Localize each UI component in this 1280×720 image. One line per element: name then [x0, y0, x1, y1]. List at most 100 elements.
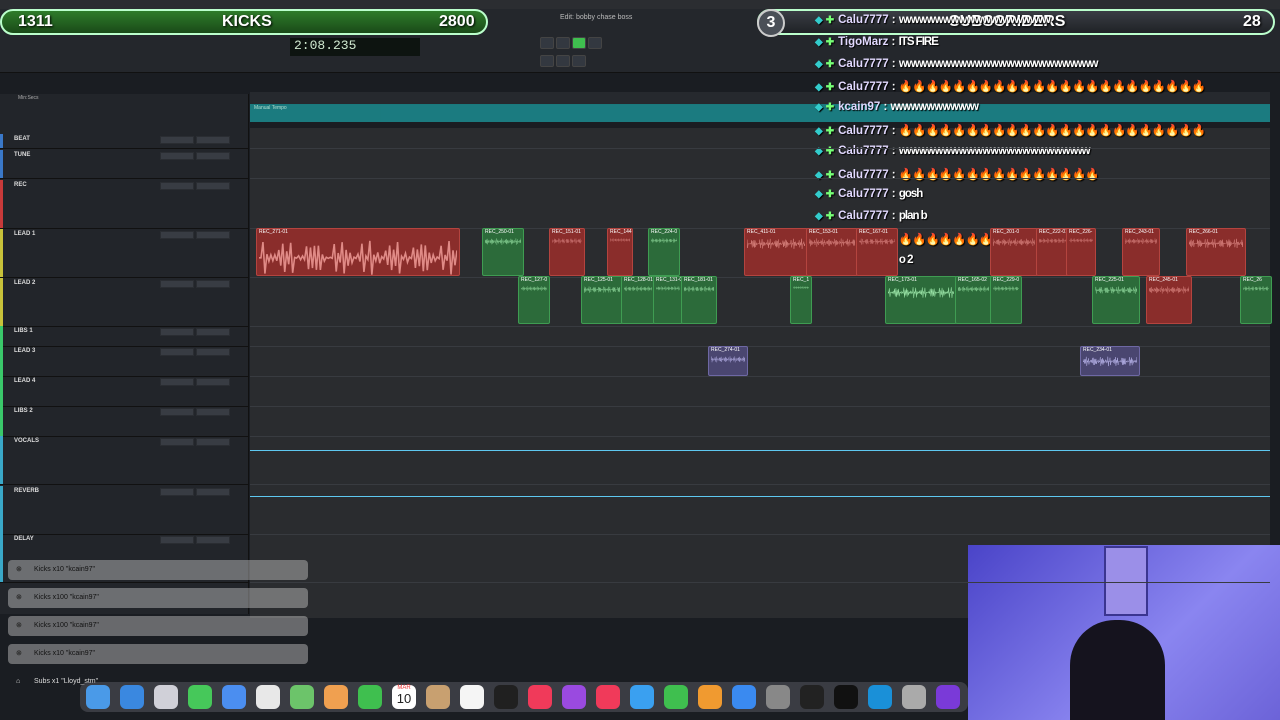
- track-name[interactable]: LEAD 3: [14, 348, 35, 354]
- insert-slot[interactable]: [160, 536, 194, 544]
- audio-clip[interactable]: REC_131-01: [653, 276, 683, 324]
- track-header[interactable]: BEAT: [0, 134, 248, 149]
- tv-icon[interactable]: [494, 685, 518, 709]
- numbers-icon[interactable]: [664, 685, 688, 709]
- audio-clip[interactable]: REC_128-01: [621, 276, 655, 324]
- insert-slot[interactable]: [160, 136, 194, 144]
- audio-clip[interactable]: REC_125-01: [581, 276, 623, 324]
- facetime-icon[interactable]: [358, 685, 382, 709]
- keynote-icon[interactable]: [630, 685, 654, 709]
- audio-clip[interactable]: REC_181-01: [681, 276, 717, 324]
- audio-clip[interactable]: REC_274-01: [708, 346, 748, 376]
- reminders-icon[interactable]: [460, 685, 484, 709]
- audio-clip[interactable]: REC_1: [790, 276, 812, 324]
- track-header[interactable]: LEAD 3: [0, 346, 248, 377]
- audio-clip[interactable]: REC_201-0: [990, 228, 1038, 276]
- maps-icon[interactable]: [290, 685, 314, 709]
- calendar-icon[interactable]: MAR 10: [392, 685, 416, 709]
- insert-slot[interactable]: [160, 280, 194, 288]
- audio-clip[interactable]: REC_127-0: [518, 276, 550, 324]
- files-icon[interactable]: [256, 685, 280, 709]
- pro-tools-icon[interactable]: [936, 685, 960, 709]
- track-name[interactable]: DELAY: [14, 536, 34, 542]
- audio-clip[interactable]: REC_222-01: [1036, 228, 1070, 276]
- audio-clip[interactable]: REC_243-01: [1122, 228, 1160, 276]
- audio-clip[interactable]: REC_224-0: [648, 228, 680, 276]
- audio-clip[interactable]: REC_229-0: [990, 276, 1022, 324]
- pages-icon[interactable]: [698, 685, 722, 709]
- track-header[interactable]: TUNE: [0, 150, 248, 179]
- insert-slot[interactable]: [160, 348, 194, 356]
- track-name[interactable]: REC: [14, 182, 27, 188]
- insert-slot[interactable]: [160, 488, 194, 496]
- track-name[interactable]: LIBS 1: [14, 328, 33, 334]
- send-slot[interactable]: [196, 438, 230, 446]
- send-slot[interactable]: [196, 136, 230, 144]
- audio-clip[interactable]: REC_411-01: [744, 228, 808, 276]
- send-slot[interactable]: [196, 536, 230, 544]
- ilok-cloud-icon[interactable]: [834, 685, 858, 709]
- track-header[interactable]: LEAD 1: [0, 229, 248, 278]
- music-icon[interactable]: [528, 685, 552, 709]
- finder-icon[interactable]: [86, 685, 110, 709]
- send-slot[interactable]: [196, 408, 230, 416]
- track-name[interactable]: VOCALS: [14, 438, 39, 444]
- record-button[interactable]: [588, 37, 602, 49]
- settings-icon[interactable]: [766, 685, 790, 709]
- send-slot[interactable]: [196, 488, 230, 496]
- send-slot[interactable]: [196, 182, 230, 190]
- audio-clip[interactable]: REC_167-01: [856, 228, 898, 276]
- rewind-button[interactable]: [540, 37, 554, 49]
- podcasts-icon[interactable]: [562, 685, 586, 709]
- photos-icon[interactable]: [324, 685, 348, 709]
- track-header[interactable]: LEAD 2: [0, 278, 248, 327]
- insert-slot[interactable]: [160, 378, 194, 386]
- track-header[interactable]: REC: [0, 180, 248, 229]
- track-name[interactable]: LIBS 2: [14, 408, 33, 414]
- audio-clip[interactable]: REC_151-01: [549, 228, 585, 276]
- insert-slot[interactable]: [160, 438, 194, 446]
- send-slot[interactable]: [196, 328, 230, 336]
- track-name[interactable]: BEAT: [14, 136, 30, 142]
- send-slot[interactable]: [196, 348, 230, 356]
- mail-icon[interactable]: [222, 685, 246, 709]
- marker-lane[interactable]: Manual Tempo: [250, 104, 1270, 122]
- audio-clip[interactable]: REC_266-01: [1186, 228, 1246, 276]
- audio-clip[interactable]: REC_234-01: [1080, 346, 1140, 376]
- track-header[interactable]: VOCALS: [0, 436, 248, 485]
- safari-icon[interactable]: [120, 685, 144, 709]
- audio-clip[interactable]: REC_225-01: [1092, 276, 1140, 324]
- track-header[interactable]: LIBS 1: [0, 326, 248, 347]
- track-header[interactable]: REVERB: [0, 486, 248, 535]
- stop-button[interactable]: [556, 37, 570, 49]
- audio-clip[interactable]: REC_144: [607, 228, 633, 276]
- launchpad-icon[interactable]: [154, 685, 178, 709]
- insert-slot[interactable]: [160, 182, 194, 190]
- audio-clip[interactable]: REC_153-01: [806, 228, 858, 276]
- send-slot[interactable]: [196, 280, 230, 288]
- circle-app-icon[interactable]: [868, 685, 892, 709]
- audio-clip[interactable]: REC_173-01: [885, 276, 957, 324]
- play-button[interactable]: [572, 37, 586, 49]
- track-header[interactable]: LIBS 2: [0, 406, 248, 437]
- contacts-icon[interactable]: [426, 685, 450, 709]
- track-name[interactable]: TUNE: [14, 152, 30, 158]
- insert-slot[interactable]: [160, 328, 194, 336]
- send-slot[interactable]: [196, 378, 230, 386]
- disk-utility-icon[interactable]: [902, 685, 926, 709]
- main-counter[interactable]: 2:08.235: [290, 38, 420, 56]
- forward-button[interactable]: [572, 55, 586, 67]
- send-slot[interactable]: [196, 231, 230, 239]
- back-button[interactable]: [556, 55, 570, 67]
- track-name[interactable]: LEAD 2: [14, 280, 35, 286]
- insert-slot[interactable]: [160, 408, 194, 416]
- audio-clip[interactable]: REC_271-01: [256, 228, 460, 276]
- audio-clip[interactable]: REC_165-02: [955, 276, 992, 324]
- insert-slot[interactable]: [160, 152, 194, 160]
- audio-clip[interactable]: REC_245-01: [1146, 276, 1192, 324]
- audio-clip[interactable]: REC_26: [1240, 276, 1272, 324]
- track-name[interactable]: LEAD 1: [14, 231, 35, 237]
- track-name[interactable]: REVERB: [14, 488, 39, 494]
- track-name[interactable]: LEAD 4: [14, 378, 35, 384]
- insert-slot[interactable]: [160, 231, 194, 239]
